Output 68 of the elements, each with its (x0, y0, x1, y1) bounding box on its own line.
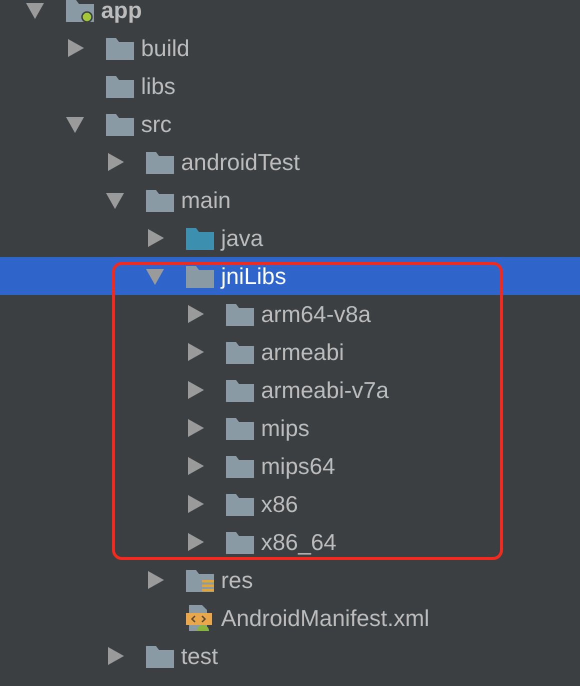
folder-icon (105, 35, 135, 61)
tree-item[interactable]: jniLibs (0, 257, 580, 295)
item-label: main (181, 186, 231, 214)
tree-item[interactable]: build (0, 29, 580, 67)
tree-item[interactable]: x86 (0, 485, 580, 523)
folder-icon (225, 491, 255, 517)
collapse-arrow-icon[interactable] (145, 570, 165, 590)
collapse-arrow-icon[interactable] (145, 228, 165, 248)
tree-item[interactable]: res (0, 561, 580, 599)
collapse-arrow-icon[interactable] (185, 342, 205, 362)
expand-arrow-icon[interactable] (65, 114, 85, 134)
folder-icon (225, 339, 255, 365)
manifest-file-icon (185, 605, 215, 631)
collapse-arrow-icon[interactable] (185, 456, 205, 476)
folder-icon (225, 415, 255, 441)
folder-icon (105, 111, 135, 137)
collapse-arrow-icon[interactable] (185, 494, 205, 514)
item-label: res (221, 566, 253, 594)
folder-icon (145, 643, 175, 669)
folder-icon (225, 453, 255, 479)
folder-icon (185, 263, 215, 289)
item-label: jniLibs (221, 262, 286, 290)
tree-item[interactable]: test (0, 637, 580, 675)
tree-item[interactable]: java (0, 219, 580, 257)
item-label: test (181, 642, 218, 670)
item-label: armeabi (261, 338, 344, 366)
resource-folder-icon (185, 567, 215, 593)
item-label: build (141, 34, 190, 62)
collapse-arrow-icon[interactable] (185, 532, 205, 552)
item-label: armeabi-v7a (261, 376, 389, 404)
folder-icon (225, 301, 255, 327)
item-label: androidTest (181, 148, 300, 176)
collapse-arrow-icon[interactable] (65, 38, 85, 58)
tree-item[interactable]: AndroidManifest.xml (0, 599, 580, 637)
tree-item[interactable]: armeabi (0, 333, 580, 371)
item-label: libs (141, 72, 176, 100)
tree-item[interactable]: mips (0, 409, 580, 447)
tree-item[interactable]: mips64 (0, 447, 580, 485)
folder-icon (145, 149, 175, 175)
folder-icon (225, 377, 255, 403)
folder-icon (145, 187, 175, 213)
item-label: mips (261, 414, 310, 442)
tree-item[interactable]: libs (0, 67, 580, 105)
expand-arrow-icon[interactable] (105, 190, 125, 210)
item-label: arm64-v8a (261, 300, 371, 328)
item-label: java (221, 224, 264, 252)
collapse-arrow-icon[interactable] (185, 380, 205, 400)
collapse-arrow-icon[interactable] (185, 304, 205, 324)
collapse-arrow-icon[interactable] (105, 152, 125, 172)
item-label: x86 (261, 490, 298, 518)
collapse-arrow-icon[interactable] (185, 418, 205, 438)
item-label: x86_64 (261, 528, 336, 556)
tree-item[interactable]: androidTest (0, 143, 580, 181)
folder-icon (225, 529, 255, 555)
folder-icon (105, 73, 135, 99)
item-label: AndroidManifest.xml (221, 604, 430, 632)
item-label: mips64 (261, 452, 336, 480)
item-label: src (141, 110, 172, 138)
tree-item[interactable]: app (0, 0, 580, 29)
tree-item[interactable]: armeabi-v7a (0, 371, 580, 409)
tree-item[interactable]: src (0, 105, 580, 143)
item-label: app (101, 0, 142, 24)
tree-item[interactable]: x86_64 (0, 523, 580, 561)
tree-item[interactable]: arm64-v8a (0, 295, 580, 333)
source-folder-icon (185, 225, 215, 251)
tree-item[interactable]: main (0, 181, 580, 219)
collapse-arrow-icon[interactable] (105, 646, 125, 666)
expand-arrow-icon[interactable] (25, 0, 45, 20)
